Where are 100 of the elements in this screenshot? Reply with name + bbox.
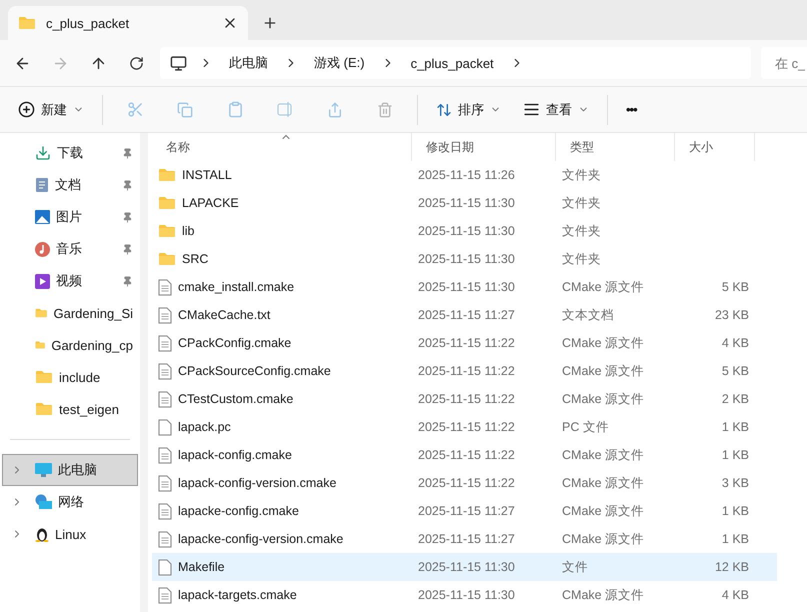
type-cell-text: 文件夹 [561,194,602,212]
size-cell-text: 23 KB [714,308,750,322]
date-cell-text: 2025-11-15 11:22 [417,476,516,490]
share-icon [327,102,343,118]
sidebar-item[interactable]: 下载 [2,137,138,169]
date-cell-text: 2025-11-15 11:27 [417,308,516,322]
file-row[interactable]: lapack-targets.cmake 2025-11-15 11:30 CMake 源文件 4 KB [152,581,777,609]
type-cell-text: CMake 源文件 [561,362,646,380]
text-file-icon [158,502,172,520]
file-row[interactable]: SRC 2025-11-15 11:30 文件夹 [152,245,777,273]
scissors-icon [126,101,144,118]
network-icon [35,494,52,510]
column-header[interactable]: 名称 [152,133,412,161]
date-cell-text: 2025-11-15 11:22 [417,364,516,378]
new-tab-icon[interactable] [262,15,278,31]
size-cell-text: 12 KB [714,560,750,574]
sidebar-item[interactable]: Linux [2,518,138,550]
more-button[interactable]: ••• [618,94,645,126]
date-cell-text: 2025-11-15 11:30 [417,252,516,266]
date-cell-text: 2025-11-15 11:30 [417,224,516,238]
type-cell-text: CMake 源文件 [561,390,646,408]
copy-icon [177,102,193,118]
column-header[interactable]: 修改日期 [412,133,556,161]
date-cell-text: 2025-11-15 11:27 [417,504,516,518]
file-row[interactable]: lapack-config.cmake 2025-11-15 11:22 CMake 源文件 1 KB [152,441,777,469]
music-icon [35,242,50,256]
tab-title: c_plus_packet [46,16,130,30]
date-cell-text: 2025-11-15 11:30 [417,280,516,294]
file-row[interactable]: CTestCustom.cmake 2025-11-15 11:22 CMake 源文件 2 KB [152,385,777,413]
type-cell-text: 文本文档 [561,306,615,324]
sidebar-item[interactable]: Gardening_cp [2,329,138,361]
size-cell-text: 2 KB [720,392,750,406]
sidebar-item[interactable]: 图片 [2,201,138,233]
file-name: lapack-config.cmake [178,448,292,462]
file-name: CMakeCache.txt [178,308,270,322]
folder-icon [35,402,53,416]
folder-icon [35,370,53,384]
text-file-icon [158,390,172,408]
penguin-icon [35,526,49,542]
file-row[interactable]: CPackConfig.cmake 2025-11-15 11:22 CMake 源文件 4 KB [152,329,777,357]
sidebar-item[interactable]: 文档 [2,169,138,201]
type-cell-text: CMake 源文件 [561,278,646,296]
sidebar-item[interactable]: include [2,361,138,393]
file-name: SRC [182,252,208,266]
browser-tab[interactable]: c_plus_packet [8,6,248,40]
file-row[interactable]: lapacke-config.cmake 2025-11-15 11:27 CMake 源文件 1 KB [152,497,777,525]
folder-icon [158,196,176,210]
date-cell-text: 2025-11-15 11:22 [417,420,516,434]
breadcrumb-item[interactable]: c_plus_packet [406,56,498,70]
text-file-icon [158,474,172,492]
type-cell-text: CMake 源文件 [561,474,646,492]
size-cell-text: 1 KB [720,448,750,462]
file-name: lapack-config-version.cmake [178,476,336,490]
new-button[interactable]: 新建 [10,94,92,126]
file-row[interactable]: lib 2025-11-15 11:30 文件夹 [152,217,777,245]
sidebar-item[interactable]: 网络 [2,486,138,518]
sort-button[interactable]: 排序 [428,94,509,126]
monitor-icon [35,462,52,478]
text-file-icon [158,586,172,604]
folder-icon [158,252,176,266]
document-icon [35,177,49,193]
view-button[interactable]: 查看 [515,94,597,126]
date-cell-text: 2025-11-15 11:22 [417,392,516,406]
sidebar-item[interactable]: Gardening_Si [2,297,138,329]
type-cell-text: CMake 源文件 [561,334,646,352]
text-file-icon [158,278,172,296]
size-cell-text: 1 KB [720,504,750,518]
file-name: cmake_install.cmake [178,280,294,294]
column-header[interactable]: 大小 [675,133,755,161]
type-cell-text: 文件夹 [561,250,602,268]
type-cell-text: 文件 [561,558,589,576]
sidebar-item[interactable]: 视频 [2,265,138,297]
file-row[interactable]: cmake_install.cmake 2025-11-15 11:30 CMake 源文件 5 KB [152,273,777,301]
size-cell-text: 1 KB [720,532,750,546]
breadcrumb-item[interactable]: 游戏 (E:) [310,54,369,72]
size-cell-text: 5 KB [720,364,750,378]
text-file-icon [158,334,172,352]
file-row[interactable]: LAPACKE 2025-11-15 11:30 文件夹 [152,189,777,217]
file-icon [158,558,172,576]
file-row[interactable]: lapack.pc 2025-11-15 11:22 PC 文件 1 KB [152,413,777,441]
sidebar-item[interactable]: test_eigen [2,393,138,425]
folder-icon [158,168,176,182]
address-bar[interactable]: 此电脑 游戏 (E:) c_plus_packet [160,47,751,79]
sidebar-item[interactable]: 音乐 [2,233,138,265]
file-row[interactable]: Makefile 2025-11-15 11:30 文件 12 KB [152,553,777,581]
file-row[interactable]: CPackSourceConfig.cmake 2025-11-15 11:22 CMake 源文件 5 KB [152,357,777,385]
file-row[interactable]: lapacke-config-version.cmake 2025-11-15 11:27 CMake 源文件 1 KB [152,525,777,553]
folder-icon [158,224,176,238]
text-file-icon [158,530,172,548]
sidebar-item[interactable]: 此电脑 [2,454,138,486]
type-cell-text: 文件夹 [561,222,602,240]
file-row[interactable]: INSTALL 2025-11-15 11:26 文件夹 [152,161,777,189]
file-row[interactable]: lapack-config-version.cmake 2025-11-15 11:22 CMake 源文件 3 KB [152,469,777,497]
type-cell-text: CMake 源文件 [561,502,646,520]
picture-icon [35,210,50,224]
size-cell-text: 3 KB [720,476,750,490]
breadcrumb-item[interactable]: 此电脑 [225,54,272,72]
column-header[interactable]: 类型 [556,133,675,161]
file-row[interactable]: CMakeCache.txt 2025-11-15 11:27 文本文档 23 KB [152,301,777,329]
type-cell-text: CMake 源文件 [561,530,646,548]
